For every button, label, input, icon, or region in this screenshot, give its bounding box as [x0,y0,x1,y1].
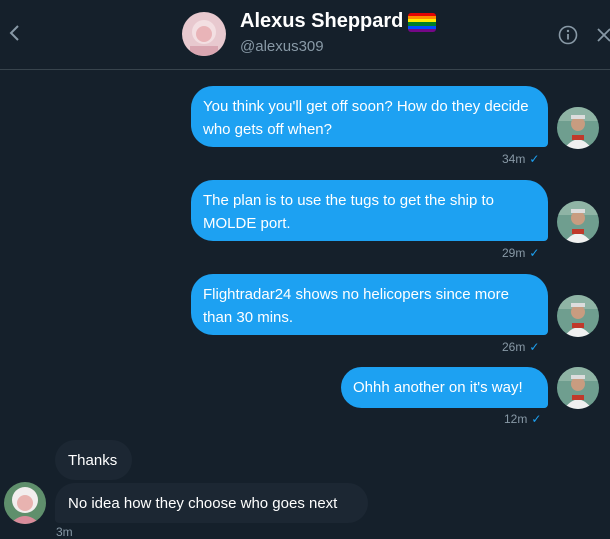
message-timestamp: 3m [56,525,73,539]
incoming-message[interactable]: No idea how they choose who goes next [55,483,368,523]
user-avatar[interactable] [557,295,599,337]
contact-message-avatar[interactable] [4,482,46,524]
message-timestamp: 34m ✓ [502,152,540,166]
contact-name[interactable]: Alexus Sheppard [240,10,403,33]
read-check-icon: ✓ [529,152,540,166]
incoming-message[interactable]: Thanks [55,440,132,480]
message-timestamp: 29m ✓ [502,246,540,260]
rainbow-flag-icon [408,13,436,32]
outgoing-message[interactable]: Ohhh another on it's way! [341,367,548,408]
outgoing-message[interactable]: You think you'll get off soon? How do th… [191,86,548,147]
user-avatar[interactable] [557,367,599,409]
outgoing-message[interactable]: Flightradar24 shows no helicopers since … [191,274,548,335]
contact-avatar[interactable] [182,12,226,56]
read-check-icon: ✓ [529,340,540,354]
user-avatar[interactable] [557,201,599,243]
message-timestamp: 12m ✓ [504,412,542,426]
contact-handle[interactable]: @alexus309 [240,38,324,55]
chevron-left-icon[interactable] [4,18,26,48]
read-check-icon: ✓ [531,412,542,426]
outgoing-message[interactable]: The plan is to use the tugs to get the s… [191,180,548,241]
close-icon[interactable] [594,25,610,45]
user-avatar[interactable] [557,107,599,149]
message-timestamp: 26m ✓ [502,340,540,354]
info-icon[interactable] [558,25,578,45]
conversation-header: Alexus Sheppard @alexus309 [0,0,610,70]
read-check-icon: ✓ [529,246,540,260]
